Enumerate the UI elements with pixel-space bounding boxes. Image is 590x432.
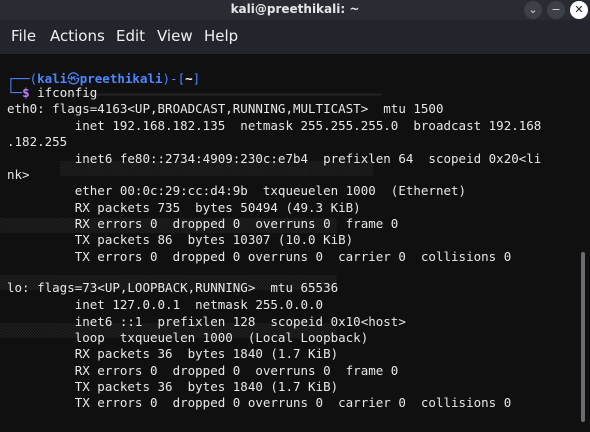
output-line: inet 192.168.182.135 netmask 255.255.255…: [7, 118, 542, 133]
output-line: nk>: [7, 167, 30, 182]
prompt-directory: ~: [185, 71, 193, 86]
output-line: RX packets 735 bytes 50494 (49.3 KiB): [7, 200, 361, 215]
output-line: TX packets 86 bytes 10307 (10.0 KiB): [7, 232, 354, 247]
prompt-at-symbol: ㉿: [67, 71, 80, 86]
prompt-corner: ┌──(: [7, 71, 38, 86]
prompt-bracket-end: ]: [192, 71, 201, 86]
maximize-button[interactable]: −: [547, 1, 565, 19]
close-button[interactable]: ✕: [570, 1, 588, 19]
output-line: .182.255: [7, 134, 68, 149]
title-bar: kali@preethikali: ~ ⌄ − ✕: [0, 0, 590, 20]
command-text: ifconfig: [37, 85, 98, 100]
output-line: TX packets 36 bytes 1840 (1.7 KiB): [7, 379, 339, 394]
output-line: inet6 ::1 prefixlen 128 scopeid 0x10<hos…: [7, 314, 406, 329]
output-line: loop txqueuelen 1000 (Local Loopback): [7, 330, 369, 345]
prompt-dollar: $: [22, 85, 30, 100]
menu-actions[interactable]: Actions: [50, 27, 105, 45]
scrollbar-thumb[interactable]: [581, 252, 585, 422]
prompt-user: kali: [37, 71, 68, 86]
output-line: eth0: flags=4163<UP,BROADCAST,RUNNING,MU…: [7, 101, 444, 116]
menu-help[interactable]: Help: [204, 27, 238, 45]
terminal-area[interactable]: ━━━━━━━━━━━━━━━━━━━━━━━━━━━━━━━━━━━━━━━━…: [0, 54, 590, 432]
prompt-host: preethikali: [79, 71, 163, 86]
output-line: RX errors 0 dropped 0 overruns 0 frame 0: [7, 216, 399, 231]
output-line: lo: flags=73<UP,LOOPBACK,RUNNING> mtu 65…: [7, 280, 339, 295]
output-line: RX errors 0 dropped 0 overruns 0 frame 0: [7, 363, 399, 378]
output-line: inet 127.0.0.1 netmask 255.0.0.0: [7, 297, 324, 312]
minimize-button[interactable]: ⌄: [524, 1, 542, 19]
prompt-line-2: └─$ ifconfig: [7, 85, 97, 100]
prompt-corner-bottom: └─: [7, 85, 23, 100]
menu-view[interactable]: View: [157, 27, 193, 45]
menu-file[interactable]: File: [11, 27, 36, 45]
output-line: ether 00:0c:29:cc:d4:9b txqueuelen 1000 …: [7, 183, 467, 198]
menu-edit[interactable]: Edit: [116, 27, 145, 45]
menu-bar: File Actions Edit View Help: [0, 20, 590, 54]
window-title: kali@preethikali: ~: [230, 2, 360, 16]
prompt-separator: )-[: [162, 71, 186, 86]
output-line: RX packets 36 bytes 1840 (1.7 KiB): [7, 346, 339, 361]
output-line: TX errors 0 dropped 0 overruns 0 carrier…: [7, 395, 512, 410]
output-line: inet6 fe80::2734:4909:230c:e7b4 prefixle…: [7, 151, 542, 166]
output-line: TX errors 0 dropped 0 overruns 0 carrier…: [7, 249, 512, 264]
